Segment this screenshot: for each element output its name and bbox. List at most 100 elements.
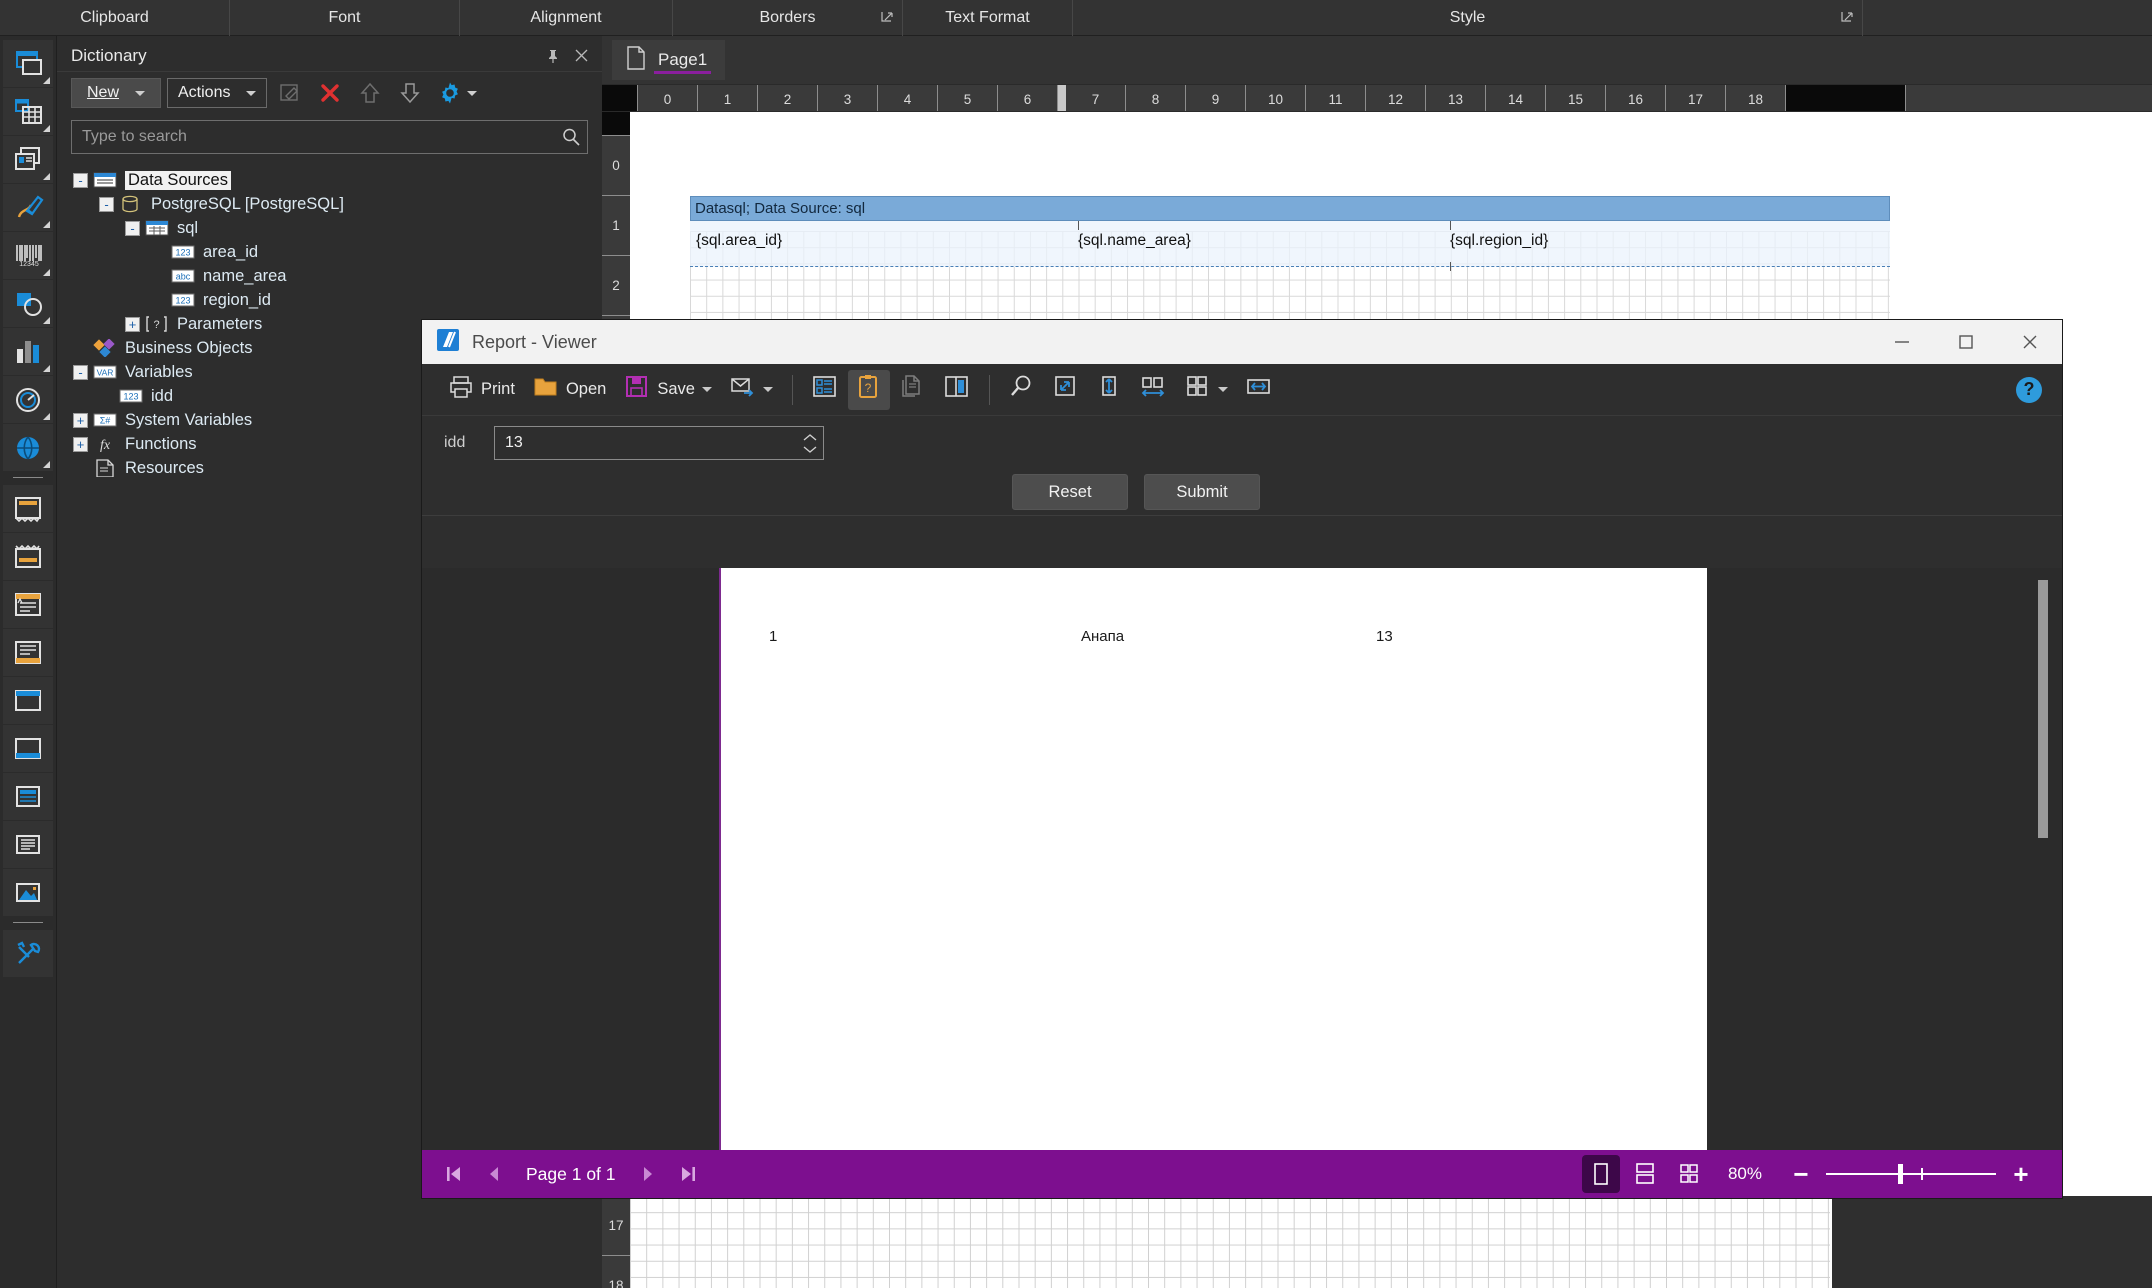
toolbox-item-footer-band[interactable] — [3, 725, 53, 772]
next-page-icon[interactable] — [630, 1156, 666, 1192]
expand-triangle-icon[interactable] — [43, 221, 50, 228]
open-button[interactable]: Open — [525, 370, 614, 410]
toolbox-item-picture-band[interactable] — [3, 869, 53, 916]
thumbnails-button[interactable] — [936, 370, 978, 410]
zoom-fit-button[interactable] — [1045, 370, 1087, 410]
dialog-launcher-icon[interactable] — [1840, 10, 1854, 24]
parameter-input-wrapper[interactable] — [494, 426, 824, 460]
toolbox-item-chart[interactable] — [3, 328, 53, 375]
data-band-row[interactable]: {sql.area_id} {sql.name_area} {sql.region_… — [690, 221, 1890, 271]
expand-triangle-icon[interactable] — [43, 77, 50, 84]
tree-expander-collapse[interactable]: - — [73, 172, 88, 188]
chevron-down-icon[interactable] — [701, 387, 712, 392]
toolbox-item-cards[interactable] — [3, 136, 53, 183]
submit-button[interactable]: Submit — [1144, 474, 1260, 510]
gear-icon[interactable] — [433, 77, 467, 109]
tree-expander-expand[interactable]: + — [73, 412, 88, 428]
design-field-text[interactable]: {sql.region_id} — [1450, 232, 1548, 250]
multipage-button[interactable] — [1177, 370, 1236, 410]
horizontal-ruler[interactable]: 0 1 2 3 4 5 6 7 8 9 10 11 12 13 14 15 16 17 18 — [602, 84, 2152, 112]
previous-page-icon[interactable] — [476, 1156, 512, 1192]
tree-item-name-area[interactable]: abc name_area — [57, 264, 602, 288]
search-icon[interactable] — [555, 121, 587, 153]
print-button[interactable]: Print — [440, 370, 523, 410]
preview-scrollbar[interactable] — [2038, 580, 2048, 1138]
toolbox-item-text-band[interactable] — [3, 821, 53, 868]
expand-triangle-icon[interactable] — [43, 173, 50, 180]
help-question-icon[interactable]: ? — [2016, 376, 2042, 403]
chevron-down-icon[interactable] — [1217, 387, 1228, 392]
ruler-guide-marker[interactable] — [1058, 85, 1066, 111]
toolbox-item-data-band[interactable] — [3, 773, 53, 820]
expand-triangle-icon[interactable] — [43, 461, 50, 468]
dialog-launcher-icon[interactable] — [880, 10, 894, 24]
reset-button[interactable]: Reset — [1012, 474, 1128, 510]
last-page-icon[interactable] — [670, 1156, 706, 1192]
toolbox-item-pen[interactable] — [3, 184, 53, 231]
arrow-up-icon[interactable] — [353, 77, 387, 109]
tree-item-data-sources[interactable]: - Data Sources — [57, 168, 602, 192]
page-setup-button[interactable] — [892, 370, 934, 410]
vertical-ruler-lower[interactable]: 17 18 — [602, 1196, 630, 1288]
toolbox-item-header-band[interactable] — [3, 677, 53, 724]
find-button[interactable] — [1001, 370, 1043, 410]
tree-item-sql[interactable]: - sql — [57, 216, 602, 240]
toolbox-item-page-header-band[interactable] — [3, 581, 53, 628]
spinner-buttons[interactable] — [797, 427, 823, 459]
actions-button[interactable]: Actions — [167, 78, 268, 108]
viewer-preview-area[interactable]: 1 Анапа 13 — [422, 568, 2062, 1150]
tree-expander-collapse[interactable]: - — [125, 220, 140, 236]
expand-triangle-icon[interactable] — [43, 269, 50, 276]
zoom-in-icon[interactable]: + — [2002, 1155, 2040, 1193]
bookmarks-button[interactable] — [804, 370, 846, 410]
rendered-report-page[interactable]: 1 Анапа 13 — [719, 568, 1707, 1150]
scrollbar-thumb[interactable] — [2038, 580, 2048, 838]
parameters-button[interactable]: ? — [847, 369, 890, 410]
delete-x-icon[interactable] — [313, 77, 347, 109]
parameter-input-idd[interactable] — [495, 434, 797, 452]
close-icon[interactable] — [570, 45, 592, 67]
new-button[interactable]: New — [71, 78, 161, 108]
single-page-view-icon[interactable] — [1581, 1155, 1620, 1193]
first-page-icon[interactable] — [436, 1156, 472, 1192]
close-button[interactable] — [1998, 320, 2062, 364]
pin-icon[interactable] — [542, 45, 564, 67]
expand-triangle-icon[interactable] — [43, 125, 50, 132]
page-width-button[interactable] — [1238, 370, 1280, 410]
toolbox-item-page-footer-band[interactable] — [3, 629, 53, 676]
toolbox-item-barcode[interactable]: 12345 — [3, 232, 53, 279]
fit-width-button[interactable] — [1133, 370, 1175, 410]
toolbox-item-components[interactable] — [3, 40, 53, 87]
tree-expander-collapse[interactable]: - — [73, 364, 88, 380]
edit-icon[interactable] — [273, 77, 307, 109]
toolbox-item-shape[interactable] — [3, 280, 53, 327]
fit-height-button[interactable] — [1089, 370, 1131, 410]
maximize-button[interactable] — [1934, 320, 1998, 364]
slider-knob[interactable] — [1898, 1164, 1903, 1184]
tree-item-postgresql-postgresql[interactable]: - PostgreSQL [PostgreSQL] — [57, 192, 602, 216]
tree-expander-expand[interactable]: + — [73, 436, 88, 452]
design-field-text[interactable]: {sql.area_id} — [696, 232, 782, 250]
multi-page-view-icon[interactable] — [1670, 1155, 1708, 1193]
tree-expander-expand[interactable]: + — [125, 316, 140, 332]
search-input[interactable] — [72, 128, 555, 146]
arrow-down-icon[interactable] — [393, 77, 427, 109]
tab-page1[interactable]: Page1 — [612, 40, 726, 80]
save-button[interactable]: Save — [616, 370, 720, 410]
toolbox-item-report-summary-band[interactable] — [3, 533, 53, 580]
send-email-button[interactable] — [722, 370, 781, 410]
expand-triangle-icon[interactable] — [43, 413, 50, 420]
toolbox-item-gauge[interactable] — [3, 376, 53, 423]
tree-expander-collapse[interactable]: - — [99, 196, 114, 212]
toolbox-item-table[interactable] — [3, 88, 53, 135]
data-band-header[interactable]: Datasql; Data Source: sql — [690, 196, 1890, 221]
continuous-view-icon[interactable] — [1626, 1155, 1664, 1193]
zoom-slider[interactable] — [1826, 1155, 1996, 1193]
tree-item-area-id[interactable]: 123 area_id — [57, 240, 602, 264]
zoom-out-icon[interactable]: − — [1782, 1155, 1820, 1193]
design-field-text[interactable]: {sql.name_area} — [1078, 232, 1191, 250]
minimize-button[interactable] — [1870, 320, 1934, 364]
viewer-title-bar[interactable]: Report - Viewer — [422, 320, 2062, 364]
chevron-down-icon[interactable] — [467, 90, 478, 96]
expand-triangle-icon[interactable] — [43, 365, 50, 372]
